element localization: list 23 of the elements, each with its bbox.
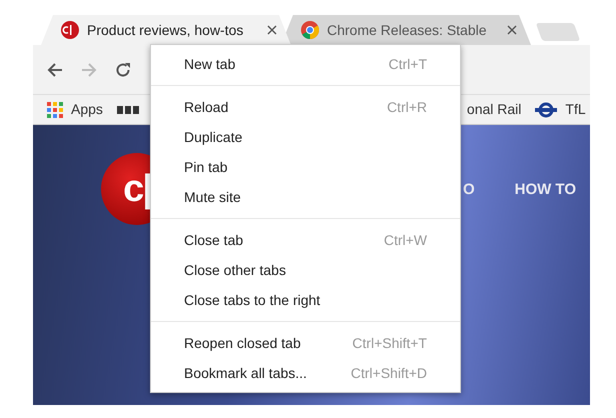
menu-item[interactable]: Duplicate: [151, 122, 460, 152]
menu-item[interactable]: Bookmark all tabs... Ctrl+Shift+D: [151, 358, 460, 388]
menu-item[interactable]: Close other tabs: [151, 255, 460, 285]
bbc-logo-icon[interactable]: [116, 106, 139, 114]
tab-title: Chrome Releases: Stable: [327, 20, 488, 40]
apps-grid-icon[interactable]: [47, 102, 63, 118]
back-arrow-icon[interactable]: [47, 62, 63, 78]
reload-icon[interactable]: [115, 62, 131, 78]
menu-item[interactable]: Reload Ctrl+R: [151, 92, 460, 122]
site-favicon-icon: [61, 21, 79, 39]
chrome-favicon-icon: [301, 21, 319, 39]
menu-item[interactable]: Reopen closed tab Ctrl+Shift+T: [151, 328, 460, 358]
bookmark-link[interactable]: TfL: [565, 99, 586, 120]
bookmark-link[interactable]: onal Rail: [466, 99, 522, 120]
close-icon[interactable]: [267, 25, 277, 35]
browser-tab[interactable]: Product reviews, how-tos: [41, 15, 291, 45]
menu-item[interactable]: Close tabs to the right: [151, 285, 460, 315]
menu-item[interactable]: Close tab Ctrl+W: [151, 225, 460, 255]
close-icon[interactable]: [507, 25, 517, 35]
bookmark-link[interactable]: Apps: [71, 99, 103, 120]
tab-title: Product reviews, how-tos: [87, 20, 244, 40]
site-nav-link[interactable]: HOW TO: [514, 179, 576, 202]
roundel-icon[interactable]: [535, 102, 558, 118]
